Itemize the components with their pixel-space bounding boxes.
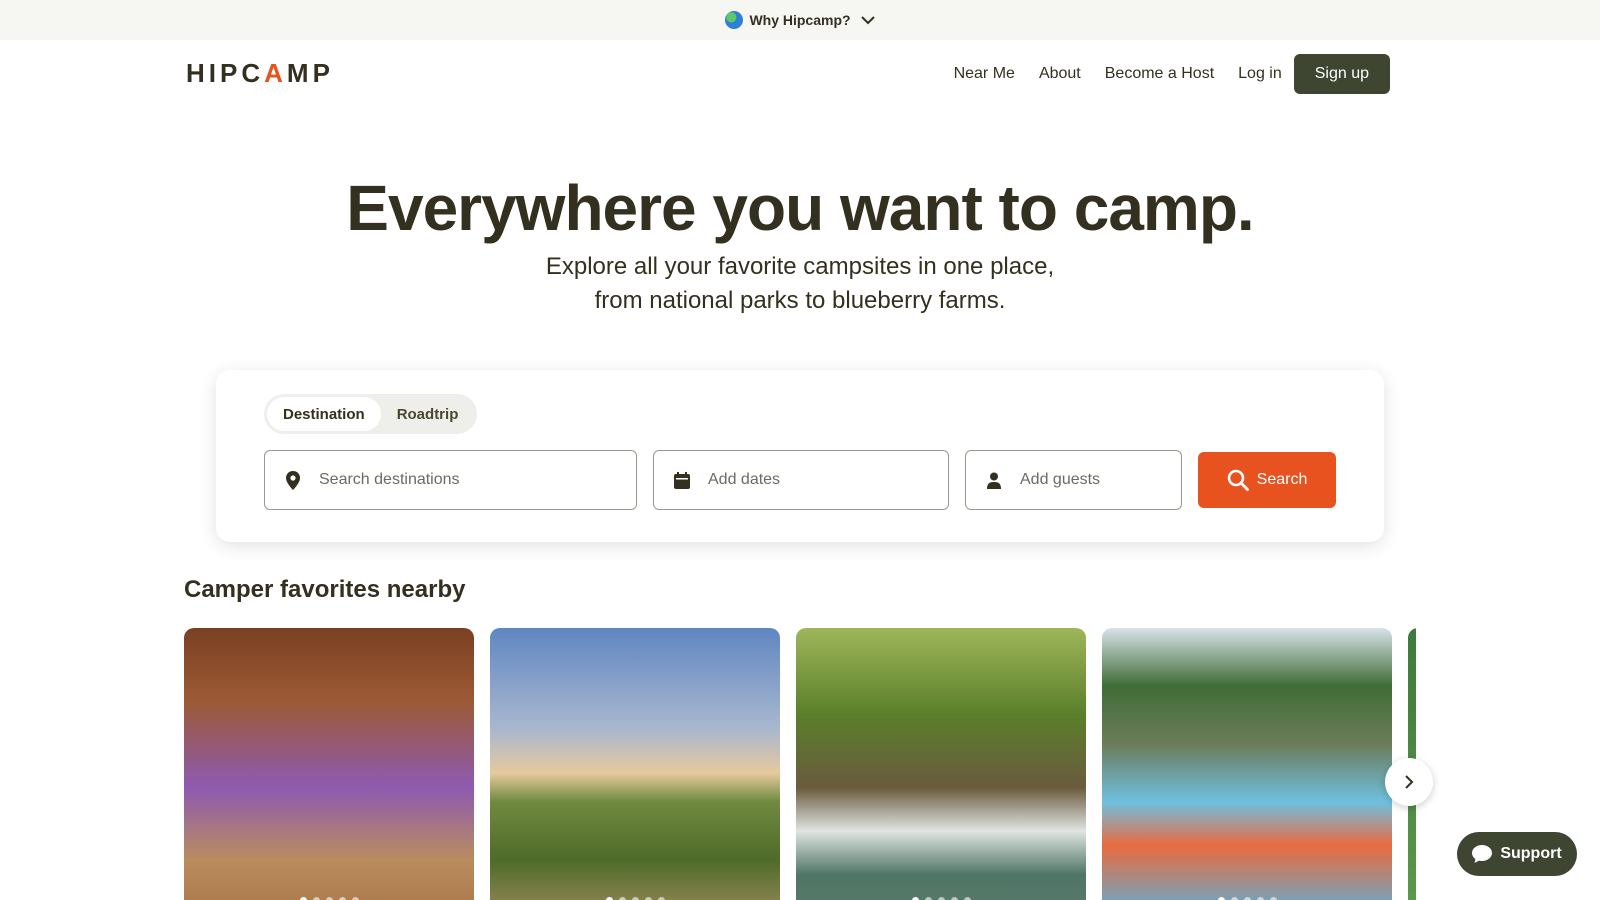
search-button-label: Search	[1256, 471, 1308, 488]
search-mode-toggle: Destination Roadtrip	[264, 394, 478, 434]
nav-become-a-host[interactable]: Become a Host	[1105, 65, 1214, 83]
campsite-card[interactable]	[796, 628, 1086, 900]
why-hipcamp-label: Why Hipcamp?	[749, 12, 851, 28]
campsite-carousel	[184, 628, 1416, 900]
guests-input[interactable]: Add guests	[965, 450, 1182, 510]
location-pin-icon	[283, 470, 303, 490]
search-card: Destination Roadtrip Search destinations…	[216, 370, 1384, 542]
destination-input[interactable]: Search destinations	[264, 450, 637, 510]
hero-title: Everywhere you want to camp.	[346, 172, 1254, 244]
campsite-card[interactable]	[184, 628, 474, 900]
chat-bubble-icon	[1472, 845, 1493, 863]
nav-log-in[interactable]: Log in	[1238, 65, 1282, 83]
support-label: Support	[1500, 845, 1562, 862]
hero: Everywhere you want to camp. Explore all…	[0, 170, 1600, 318]
destination-placeholder: Search destinations	[319, 471, 460, 488]
globe-icon	[725, 11, 744, 29]
carousel-next-button[interactable]	[1385, 758, 1433, 806]
dates-input[interactable]: Add dates	[653, 450, 949, 510]
nav-near-me[interactable]: Near Me	[954, 65, 1015, 83]
hero-subtitle: Explore all your favorite campsites in o…	[545, 253, 1055, 314]
calendar-icon	[672, 470, 692, 490]
support-button[interactable]: Support	[1457, 832, 1577, 876]
person-icon	[984, 470, 1004, 490]
chevron-right-icon	[1405, 775, 1414, 789]
hipcamp-logo[interactable]: HIPCAMP	[186, 58, 334, 89]
sign-up-button[interactable]: Sign up	[1293, 54, 1390, 94]
section-title: Camper favorites nearby	[184, 576, 466, 603]
tab-destination[interactable]: Destination	[267, 397, 381, 431]
site-header: HIPCAMP Near Me About Become a Host Log …	[0, 40, 1600, 110]
search-icon	[1227, 469, 1249, 491]
dates-placeholder: Add dates	[708, 471, 781, 488]
campsite-card[interactable]	[490, 628, 780, 900]
chevron-down-icon	[860, 16, 875, 25]
tab-roadtrip[interactable]: Roadtrip	[381, 397, 475, 431]
search-button[interactable]: Search	[1198, 452, 1336, 508]
main-nav: Near Me About Become a Host Log in Sign …	[954, 54, 1390, 94]
guests-placeholder: Add guests	[1020, 471, 1101, 488]
nav-about[interactable]: About	[1039, 65, 1081, 83]
campsite-card[interactable]	[1102, 628, 1392, 900]
why-hipcamp-banner[interactable]: Why Hipcamp?	[0, 0, 1600, 40]
